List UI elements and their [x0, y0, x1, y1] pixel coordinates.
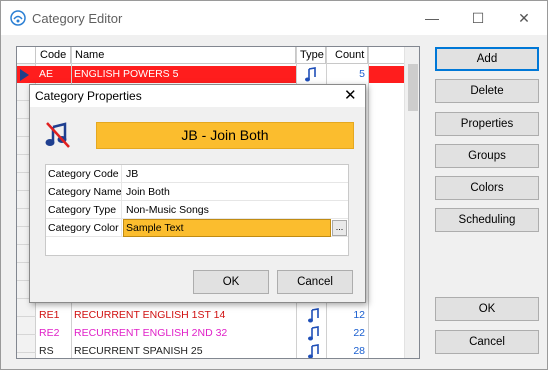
scheduling-button[interactable]: Scheduling — [435, 208, 539, 232]
column-header-type[interactable]: Type — [296, 47, 326, 64]
row-type-cell — [296, 66, 326, 83]
row-name: ENGLISH POWERS 5 — [74, 68, 179, 80]
category-color-value[interactable]: Sample Text — [123, 219, 331, 237]
dialog-title: Category Properties — [35, 89, 142, 103]
property-label: Category Code — [46, 165, 122, 183]
property-label: Category Type — [46, 201, 122, 219]
category-banner: JB - Join Both — [96, 122, 354, 149]
row-code: RE1 — [39, 309, 60, 321]
cancel-button[interactable]: Cancel — [435, 330, 539, 354]
window-title: Category Editor — [32, 11, 123, 26]
row-name: RECURRENT ENGLISH 1ST 14 — [74, 309, 226, 321]
music-note-icon — [308, 308, 319, 323]
category-code-value[interactable]: JB — [124, 165, 138, 183]
close-icon[interactable]: ✕ — [501, 1, 547, 35]
property-row[interactable]: Category Code JB — [46, 165, 348, 183]
row-name: RECURRENT ENGLISH 2ND 32 — [74, 327, 228, 339]
row-pointer-icon — [20, 69, 29, 81]
row-count: 12 — [353, 309, 365, 321]
minimize-icon[interactable]: — — [409, 1, 455, 35]
color-picker-button[interactable]: ... — [332, 220, 347, 236]
row-name: RECURRENT SPANISH 25 — [74, 345, 203, 357]
music-note-icon — [308, 344, 319, 358]
property-label: Category Color — [46, 219, 122, 237]
row-code: RS — [39, 345, 54, 357]
properties-button[interactable]: Properties — [435, 112, 539, 136]
dialog-ok-button[interactable]: OK — [193, 270, 269, 294]
dialog-cancel-button[interactable]: Cancel — [277, 270, 353, 294]
close-icon[interactable]: ✕ — [344, 86, 357, 104]
colors-button[interactable]: Colors — [435, 176, 539, 200]
grid-scrollbar[interactable] — [404, 47, 419, 358]
no-music-icon — [45, 122, 70, 148]
row-code: AE — [39, 68, 54, 80]
row-count: 5 — [326, 66, 368, 83]
property-row[interactable]: Category Name Join Both — [46, 183, 348, 201]
property-row[interactable]: Category Type Non-Music Songs — [46, 201, 348, 219]
ok-button[interactable]: OK — [435, 297, 539, 321]
grid-header: Code Name Type Count — [17, 47, 404, 64]
corner-cell — [17, 47, 36, 64]
title-bar: Category Editor — ☐ ✕ — [1, 1, 547, 35]
property-row[interactable]: Category Color Sample Text ... — [46, 219, 348, 237]
row-code: RE2 — [39, 327, 60, 339]
column-header-code[interactable]: Code — [36, 47, 71, 64]
category-properties-dialog: Category Properties ✕ JB - Join Both Cat… — [29, 84, 366, 303]
category-type-value[interactable]: Non-Music Songs — [124, 201, 209, 219]
app-icon — [10, 10, 26, 26]
dialog-title-bar: Category Properties ✕ — [30, 85, 365, 107]
delete-button[interactable]: Delete — [435, 79, 539, 103]
add-button[interactable]: Add — [435, 47, 539, 71]
music-note-icon — [305, 67, 316, 82]
row-count: 28 — [353, 345, 365, 357]
scrollbar-thumb[interactable] — [408, 64, 418, 111]
category-editor-window: Category Editor — ☐ ✕ Code Name Type Cou… — [0, 0, 548, 370]
column-header-count[interactable]: Count — [326, 47, 368, 64]
row-count: 22 — [353, 327, 365, 339]
music-note-icon — [308, 326, 319, 341]
groups-button[interactable]: Groups — [435, 144, 539, 168]
maximize-icon[interactable]: ☐ — [455, 1, 501, 35]
property-label: Category Name — [46, 183, 122, 201]
category-name-value[interactable]: Join Both — [124, 183, 170, 201]
property-grid[interactable]: Category Code JB Category Name Join Both… — [45, 164, 349, 256]
column-header-name[interactable]: Name — [71, 47, 296, 64]
